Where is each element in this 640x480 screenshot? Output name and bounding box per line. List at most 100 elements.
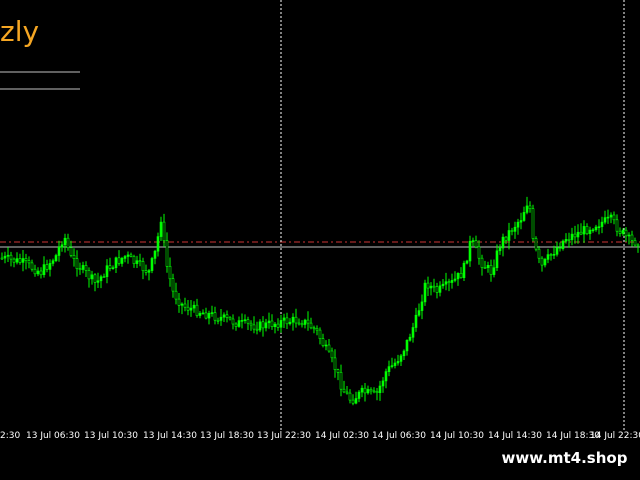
candle-body — [24, 258, 28, 262]
chart-area[interactable]: zly — [0, 0, 640, 430]
time-tick-label: 14 Jul 14:30 — [488, 431, 542, 441]
candle-body — [120, 257, 124, 264]
candle-body — [624, 229, 628, 237]
candle-body — [273, 323, 277, 328]
candle-body — [294, 316, 298, 324]
candle-body — [525, 205, 529, 213]
candle-body — [546, 254, 550, 260]
candle-body — [264, 322, 268, 329]
candle-body — [6, 254, 10, 257]
candle-body — [531, 208, 535, 239]
candle-body — [390, 365, 394, 367]
candles — [0, 196, 640, 406]
candle-body — [144, 270, 148, 273]
candle-body — [57, 246, 61, 256]
price-chart[interactable] — [0, 0, 640, 430]
candle-body — [66, 237, 70, 248]
candle-body — [489, 264, 493, 275]
candle-body — [36, 270, 40, 275]
candle-body — [633, 240, 637, 246]
candle-body — [162, 221, 166, 241]
candle-body — [423, 282, 427, 303]
candle-body — [399, 355, 403, 362]
candle-body — [321, 338, 325, 346]
candle-body — [396, 361, 400, 364]
candle-body — [549, 254, 553, 256]
candle-body — [111, 267, 115, 270]
candle-body — [9, 254, 13, 260]
candle-body — [516, 221, 520, 228]
candle-body — [267, 320, 271, 324]
candle-body — [462, 262, 466, 279]
candle-body — [438, 285, 442, 293]
candle-body — [180, 303, 184, 306]
candle-body — [54, 255, 58, 261]
candle-body — [201, 312, 205, 315]
candle-body — [279, 320, 283, 328]
candle-body — [330, 350, 334, 359]
chart-title: zly — [0, 15, 40, 48]
candle-body — [429, 285, 433, 289]
candle-body — [291, 316, 295, 323]
candle-body — [387, 366, 391, 373]
candle-body — [213, 312, 217, 321]
candle-body — [540, 257, 544, 266]
candle-body — [504, 236, 508, 241]
candle-body — [552, 254, 556, 256]
candle-body — [216, 319, 220, 322]
candle-body — [132, 256, 136, 264]
candle-body — [51, 260, 55, 264]
candle-body — [405, 339, 409, 352]
candle-body — [393, 362, 397, 366]
candle-body — [636, 244, 640, 247]
candle-body — [558, 247, 562, 249]
watermark-label: www.mt4.shop — [497, 446, 632, 470]
candle-body — [585, 226, 589, 234]
candle-body — [402, 350, 406, 357]
time-tick-label: 13 Jul 22:30 — [257, 431, 311, 441]
candle-body — [453, 278, 457, 281]
candle-body — [426, 282, 430, 289]
candle-body — [375, 391, 379, 394]
candle-body — [156, 236, 160, 252]
candle-body — [240, 320, 244, 322]
candle-body — [435, 286, 439, 293]
candle-body — [450, 280, 454, 283]
candle-body — [231, 318, 235, 325]
candle-body — [234, 323, 238, 327]
candle-body — [480, 257, 484, 268]
candle-body — [507, 230, 511, 241]
candle-body — [45, 264, 49, 270]
candle-body — [597, 226, 601, 228]
candle-body — [513, 226, 517, 232]
time-tick-label: 13 Jul 14:30 — [143, 431, 197, 441]
candle-body — [0, 257, 4, 260]
candle-body — [102, 276, 106, 279]
candle-body — [603, 217, 607, 223]
candle-body — [600, 221, 604, 227]
candle-body — [492, 267, 496, 275]
candle-body — [297, 322, 301, 325]
candle-body — [183, 303, 187, 308]
time-tick-label: 14 Jul 10:30 — [430, 431, 484, 441]
candle-body — [414, 314, 418, 328]
candle-body — [276, 323, 280, 328]
candle-body — [339, 372, 343, 390]
candle-body — [384, 371, 388, 382]
candle-body — [27, 260, 31, 264]
candle-body — [108, 265, 112, 269]
candle-body — [81, 265, 85, 270]
candle-body — [495, 250, 499, 269]
candle-body — [417, 310, 421, 316]
candle-body — [207, 312, 211, 319]
candle-body — [459, 272, 463, 278]
candle-body — [561, 240, 565, 249]
candle-body — [33, 268, 37, 275]
candle-body — [282, 317, 286, 321]
candle-body — [225, 314, 229, 318]
candle-body — [537, 248, 541, 259]
candle-body — [471, 240, 475, 242]
candle-body — [432, 285, 436, 288]
candle-body — [252, 324, 256, 330]
candle-body — [357, 391, 361, 399]
